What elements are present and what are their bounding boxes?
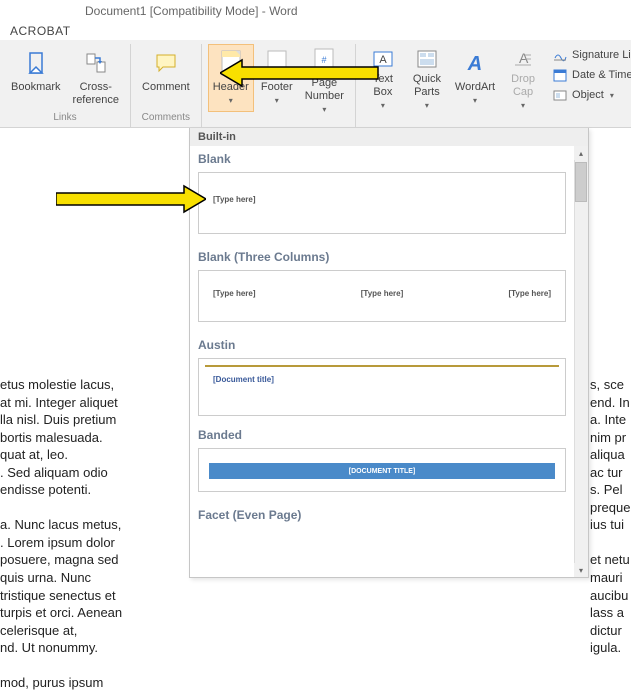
annotation-arrow-blank: [56, 182, 206, 216]
scroll-down-arrow[interactable]: ▾: [574, 563, 588, 577]
ribbon-group-label-comments: Comments: [142, 112, 190, 125]
bookmark-button[interactable]: Bookmark: [6, 44, 66, 112]
ribbon-tabs: ACROBAT: [0, 22, 631, 40]
chevron-down-icon: ▾: [381, 101, 385, 110]
gallery-item-title-blank3: Blank (Three Columns): [190, 244, 574, 268]
comment-icon: [150, 47, 182, 79]
gallery-item-title-austin: Austin: [190, 332, 574, 356]
cross-reference-button[interactable]: Cross- reference: [68, 44, 124, 112]
ribbon-group-links: Bookmark Cross- reference Links: [0, 44, 131, 127]
gallery-item-blank[interactable]: [Type here]: [198, 172, 566, 234]
chevron-down-icon: ▾: [425, 101, 429, 110]
date-time-button[interactable]: Date & Time: [550, 66, 631, 84]
chevron-down-icon: ▾: [521, 101, 525, 110]
gallery-item-banded[interactable]: [DOCUMENT TITLE]: [198, 448, 566, 492]
date-time-icon: [552, 67, 568, 83]
gallery-category-builtin: Built-in: [190, 128, 588, 146]
drop-cap-icon: A: [507, 47, 539, 71]
gallery-item-title-facet: Facet (Even Page): [190, 502, 574, 526]
header-gallery-dropdown: Built-in Blank [Type here] Blank (Three …: [189, 128, 589, 578]
svg-text:A: A: [467, 53, 482, 75]
cross-reference-icon: [80, 47, 112, 79]
svg-text:A: A: [379, 54, 387, 66]
quick-parts-button[interactable]: Quick Parts ▾: [406, 44, 448, 112]
signature-icon: [552, 47, 568, 63]
drop-cap-button[interactable]: A Drop Cap ▾: [502, 44, 544, 112]
annotation-arrow-header: [220, 56, 380, 90]
bookmark-icon: [20, 47, 52, 79]
window-title-bar: Document1 [Compatibility Mode] - Word: [0, 0, 631, 22]
quick-parts-icon: [411, 47, 443, 71]
window-title: Document1 [Compatibility Mode] - Word: [85, 4, 298, 18]
signature-line-button[interactable]: Signature Line ▾: [550, 46, 631, 64]
gallery-item-title-blank: Blank: [190, 146, 574, 170]
chevron-down-icon: ▾: [610, 91, 614, 100]
object-icon: [552, 87, 568, 103]
scroll-up-arrow[interactable]: ▴: [574, 146, 588, 160]
gallery-item-title-banded: Banded: [190, 422, 574, 446]
ribbon-group-label-links: Links: [53, 112, 76, 125]
scrollbar-thumb[interactable]: [575, 162, 587, 202]
chevron-down-icon: ▾: [473, 96, 477, 105]
wordart-button[interactable]: A WordArt ▾: [450, 44, 500, 112]
chevron-down-icon: ▾: [275, 96, 279, 105]
document-body-right: s, sce end. In a. Inte nim pr aliqua ac …: [590, 376, 631, 657]
gallery-item-blank-three-columns[interactable]: [Type here] [Type here] [Type here]: [198, 270, 566, 322]
wordart-icon: A: [459, 47, 491, 79]
tab-acrobat[interactable]: ACROBAT: [0, 24, 81, 38]
object-button[interactable]: Object ▾: [550, 86, 631, 104]
ribbon-group-text: A Text Box ▾ Quick Parts ▾ A WordArt ▾: [356, 44, 631, 127]
svg-text:A: A: [519, 50, 529, 66]
gallery-scrollbar[interactable]: ▴ ▾: [574, 146, 588, 577]
gallery-item-austin[interactable]: [Document title]: [198, 358, 566, 416]
chevron-down-icon: ▾: [322, 105, 326, 114]
chevron-down-icon: ▾: [229, 96, 233, 105]
comment-button[interactable]: Comment: [137, 44, 195, 112]
ribbon-group-comments: Comment Comments: [131, 44, 202, 127]
